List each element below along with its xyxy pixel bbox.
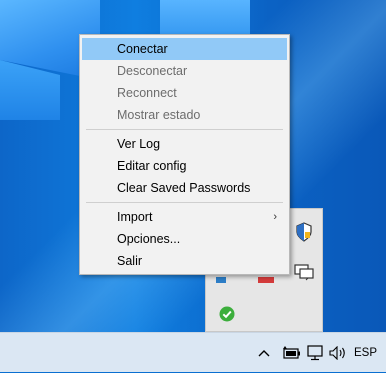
check-icon[interactable] — [216, 303, 238, 325]
menu-item-label: Editar config — [117, 159, 187, 173]
menu-item-reconnect[interactable]: Reconnect — [82, 82, 287, 104]
menu-item-label: Conectar — [117, 42, 168, 56]
menu-item-label: Reconnect — [117, 86, 177, 100]
language-indicator[interactable]: ESP — [354, 333, 377, 373]
menu-separator — [86, 129, 283, 130]
menu-item-ver-log[interactable]: Ver Log — [82, 133, 287, 155]
menu-item-label: Import — [117, 210, 153, 224]
menu-item-salir[interactable]: Salir — [82, 250, 287, 272]
menu-item-label: Salir — [117, 254, 143, 268]
menu-item-label: Desconectar — [117, 64, 188, 78]
network-icon[interactable] — [304, 343, 326, 363]
monitor-icon[interactable] — [293, 261, 315, 283]
chevron-up-icon[interactable] — [256, 343, 272, 363]
chevron-right-icon: › — [273, 211, 277, 223]
tray-partial-icon — [258, 277, 274, 283]
menu-item-label: Mostrar estado — [117, 108, 201, 122]
menu-item-label: Opciones... — [117, 232, 181, 246]
menu-separator — [86, 202, 283, 203]
menu-item-clear-saved-passwords[interactable]: Clear Saved Passwords — [82, 177, 287, 199]
menu-item-label: Clear Saved Passwords — [117, 181, 251, 195]
menu-item-import[interactable]: Import › — [82, 206, 287, 228]
tray-partial-icon — [216, 277, 226, 283]
menu-item-editar-config[interactable]: Editar config — [82, 155, 287, 177]
battery-icon[interactable] — [280, 343, 302, 363]
context-menu: Conectar Desconectar Reconnect Mostrar e… — [79, 34, 290, 275]
shield-icon[interactable] — [293, 221, 315, 243]
menu-item-desconectar[interactable]: Desconectar — [82, 60, 287, 82]
menu-item-opciones[interactable]: Opciones... — [82, 228, 287, 250]
menu-item-label: Ver Log — [117, 137, 161, 151]
menu-item-conectar[interactable]: Conectar — [82, 38, 287, 60]
volume-icon[interactable] — [328, 343, 348, 363]
menu-item-mostrar-estado[interactable]: Mostrar estado — [82, 104, 287, 126]
taskbar: ESP — [0, 332, 386, 372]
